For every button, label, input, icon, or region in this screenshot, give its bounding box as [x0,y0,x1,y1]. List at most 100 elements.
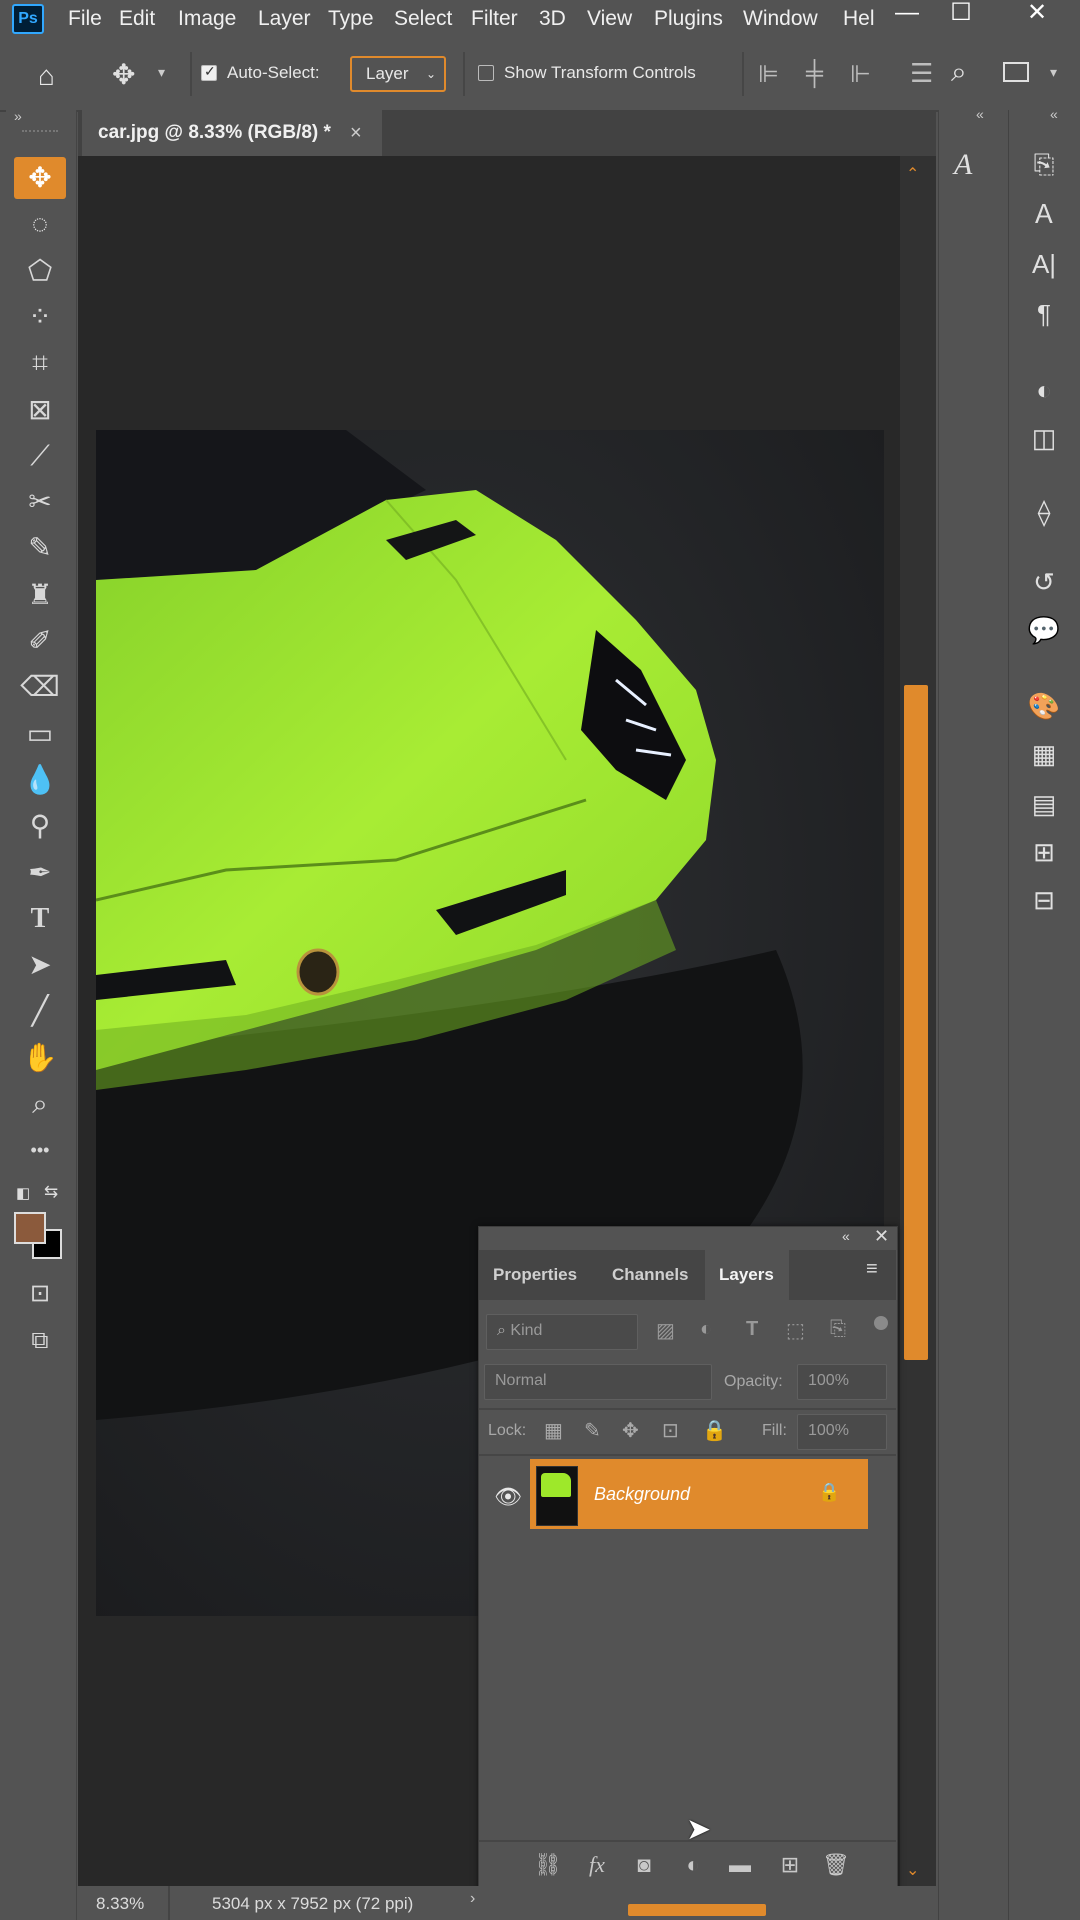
new-layer-icon[interactable]: ⊞ [770,1846,810,1884]
status-menu-icon[interactable]: › [470,1890,475,1908]
lock-transparent-icon[interactable]: ▦ [544,1418,563,1443]
menu-3d[interactable]: 3D [533,0,572,38]
blend-mode-dropdown[interactable]: Normal [484,1364,712,1400]
menu-image[interactable]: Image [172,0,242,38]
hand-tool-icon[interactable]: ✋ [14,1037,66,1079]
horizontal-scrollbar-thumb[interactable] [628,1904,766,1916]
glyphs-icon[interactable]: A [954,148,972,182]
lock-pixels-icon[interactable]: ✎ [584,1418,601,1443]
eraser-icon[interactable]: ⌫ [14,666,66,708]
add-mask-icon[interactable]: ◙ [624,1846,664,1884]
new-group-icon[interactable]: ▬ [720,1846,760,1884]
polygonal-lasso-icon[interactable]: ⬠ [14,250,66,292]
character-styles-icon[interactable]: A| [1016,242,1072,286]
filter-pixel-icon[interactable]: ▨ [656,1318,675,1343]
menu-filter[interactable]: Filter [465,0,524,38]
gradient-tool-icon[interactable]: ▭ [14,713,66,755]
tab-channels[interactable]: Channels [612,1250,689,1300]
brush-tool-icon[interactable]: ✎ [14,527,66,569]
scroll-up-icon[interactable]: ⌃ [906,164,919,184]
show-transform-checkbox[interactable] [478,65,494,81]
eyedropper-icon[interactable]: ⟋ [14,435,66,477]
auto-select-target-dropdown[interactable]: Layer ⌄ [350,56,446,92]
default-colors-icon[interactable]: ◧ [16,1184,30,1202]
home-icon[interactable]: ⌂ [38,60,55,92]
workspace-chevron-icon[interactable]: ▾ [1050,64,1057,81]
search-icon[interactable]: ⌕ [951,56,967,89]
collapse-panel-icon[interactable]: « [842,1228,850,1244]
distribute-icon[interactable]: ☰ [910,58,933,89]
menu-select[interactable]: Select [388,0,458,38]
expand-panels-icon[interactable]: « [976,106,984,122]
swatches-icon[interactable]: ⊟ [1016,878,1072,922]
color-swatches-icon[interactable]: ▦ [1016,732,1072,776]
lock-position-icon[interactable]: ✥ [622,1418,639,1443]
layer-style-fx-icon[interactable]: fx [577,1846,617,1884]
patterns-icon[interactable]: ▤ [1016,782,1072,826]
collapse-toolbar-icon[interactable]: » [14,108,22,124]
maximize-window-button[interactable]: ☐ [934,0,988,28]
adjustments-icon[interactable]: ◫ [1016,416,1072,460]
history-icon[interactable]: 💬 [1016,608,1072,652]
panel-menu-icon[interactable]: ≡ [866,1258,878,1281]
menu-type[interactable]: Type [322,0,380,38]
screen-mode-icon[interactable]: ⧉ [14,1320,66,1362]
move-tool-icon[interactable]: ✥ [14,157,66,199]
minimize-window-button[interactable]: — [880,0,934,28]
layer-lock-icon[interactable]: 🔒 [818,1482,840,1503]
filter-smart-object-icon[interactable]: ⎘ [830,1318,846,1341]
close-window-button[interactable]: ✕ [1002,0,1072,28]
history-brush-icon[interactable]: ✐ [14,620,66,662]
expand-dock-icon[interactable]: « [1050,106,1058,122]
frame-tool-icon[interactable]: ⊠ [14,389,66,431]
blur-tool-icon[interactable]: 💧 [14,759,66,801]
delete-layer-icon[interactable]: 🗑 [816,1846,856,1884]
type-tool-icon[interactable]: T [14,898,66,940]
tab-layers[interactable]: Layers [719,1250,774,1300]
glyphs-icon[interactable]: ⎘ [1016,142,1072,186]
more-tools-icon[interactable]: ••• [14,1129,66,1171]
libraries-icon[interactable]: ⟠ [1016,490,1072,534]
document-tab[interactable]: car.jpg @ 8.33% (RGB/8) * × [82,110,382,156]
link-layers-icon[interactable]: ⛓ [528,1846,568,1884]
move-tool-preset-icon[interactable]: ✥ [112,58,135,91]
menu-edit[interactable]: Edit [113,0,161,38]
menu-file[interactable]: File [62,0,108,38]
elliptical-marquee-icon[interactable]: ◌ [14,203,66,245]
character-icon[interactable]: ¶ [1016,292,1072,336]
clone-stamp-icon[interactable]: ♜ [14,574,66,616]
align-right-icon[interactable]: ⊩ [850,60,871,89]
path-selection-icon[interactable]: ➤ [14,944,66,986]
workspace-icon[interactable] [1003,62,1029,82]
menu-plugins[interactable]: Plugins [648,0,729,38]
quick-mask-icon[interactable]: ⊡ [14,1273,66,1315]
adjustment-layer-icon[interactable]: ◐ [673,1846,713,1884]
fill-field[interactable]: 100% [797,1414,887,1450]
lock-all-icon[interactable]: 🔒 [702,1418,727,1443]
pen-tool-icon[interactable]: ✒ [14,852,66,894]
menu-window[interactable]: Window [737,0,824,38]
line-tool-icon[interactable]: ╱ [14,990,66,1032]
auto-select-checkbox[interactable]: ✓ [201,63,217,81]
align-left-icon[interactable]: ⊫ [758,60,779,89]
menu-layer[interactable]: Layer [252,0,317,38]
foreground-color-swatch[interactable] [14,1212,46,1244]
paragraph-styles-icon[interactable]: Ａ [1016,192,1072,236]
zoom-tool-icon[interactable]: ⌕ [14,1083,66,1125]
paths-icon[interactable]: ↺ [1016,560,1072,604]
align-center-icon[interactable]: ╪ [806,60,823,88]
close-tab-icon[interactable]: × [350,110,362,156]
swap-colors-icon[interactable]: ⇆ [44,1182,58,1202]
close-panel-icon[interactable]: ✕ [874,1226,889,1247]
opacity-field[interactable]: 100% [797,1364,887,1400]
scrollbar-thumb[interactable] [904,685,928,1360]
scroll-down-icon[interactable]: ⌄ [906,1860,919,1880]
comments-icon[interactable]: 🎨 [1016,684,1072,728]
filter-adjustment-icon[interactable]: ◐ [700,1318,712,1341]
layer-name[interactable]: Background [594,1484,690,1505]
zoom-level[interactable]: 8.33% [96,1894,144,1914]
dodge-tool-icon[interactable]: ⚲ [14,805,66,847]
filter-toggle-icon[interactable] [874,1316,888,1330]
lock-artboard-icon[interactable]: ⊡ [662,1418,679,1443]
tab-properties[interactable]: Properties [493,1250,577,1300]
